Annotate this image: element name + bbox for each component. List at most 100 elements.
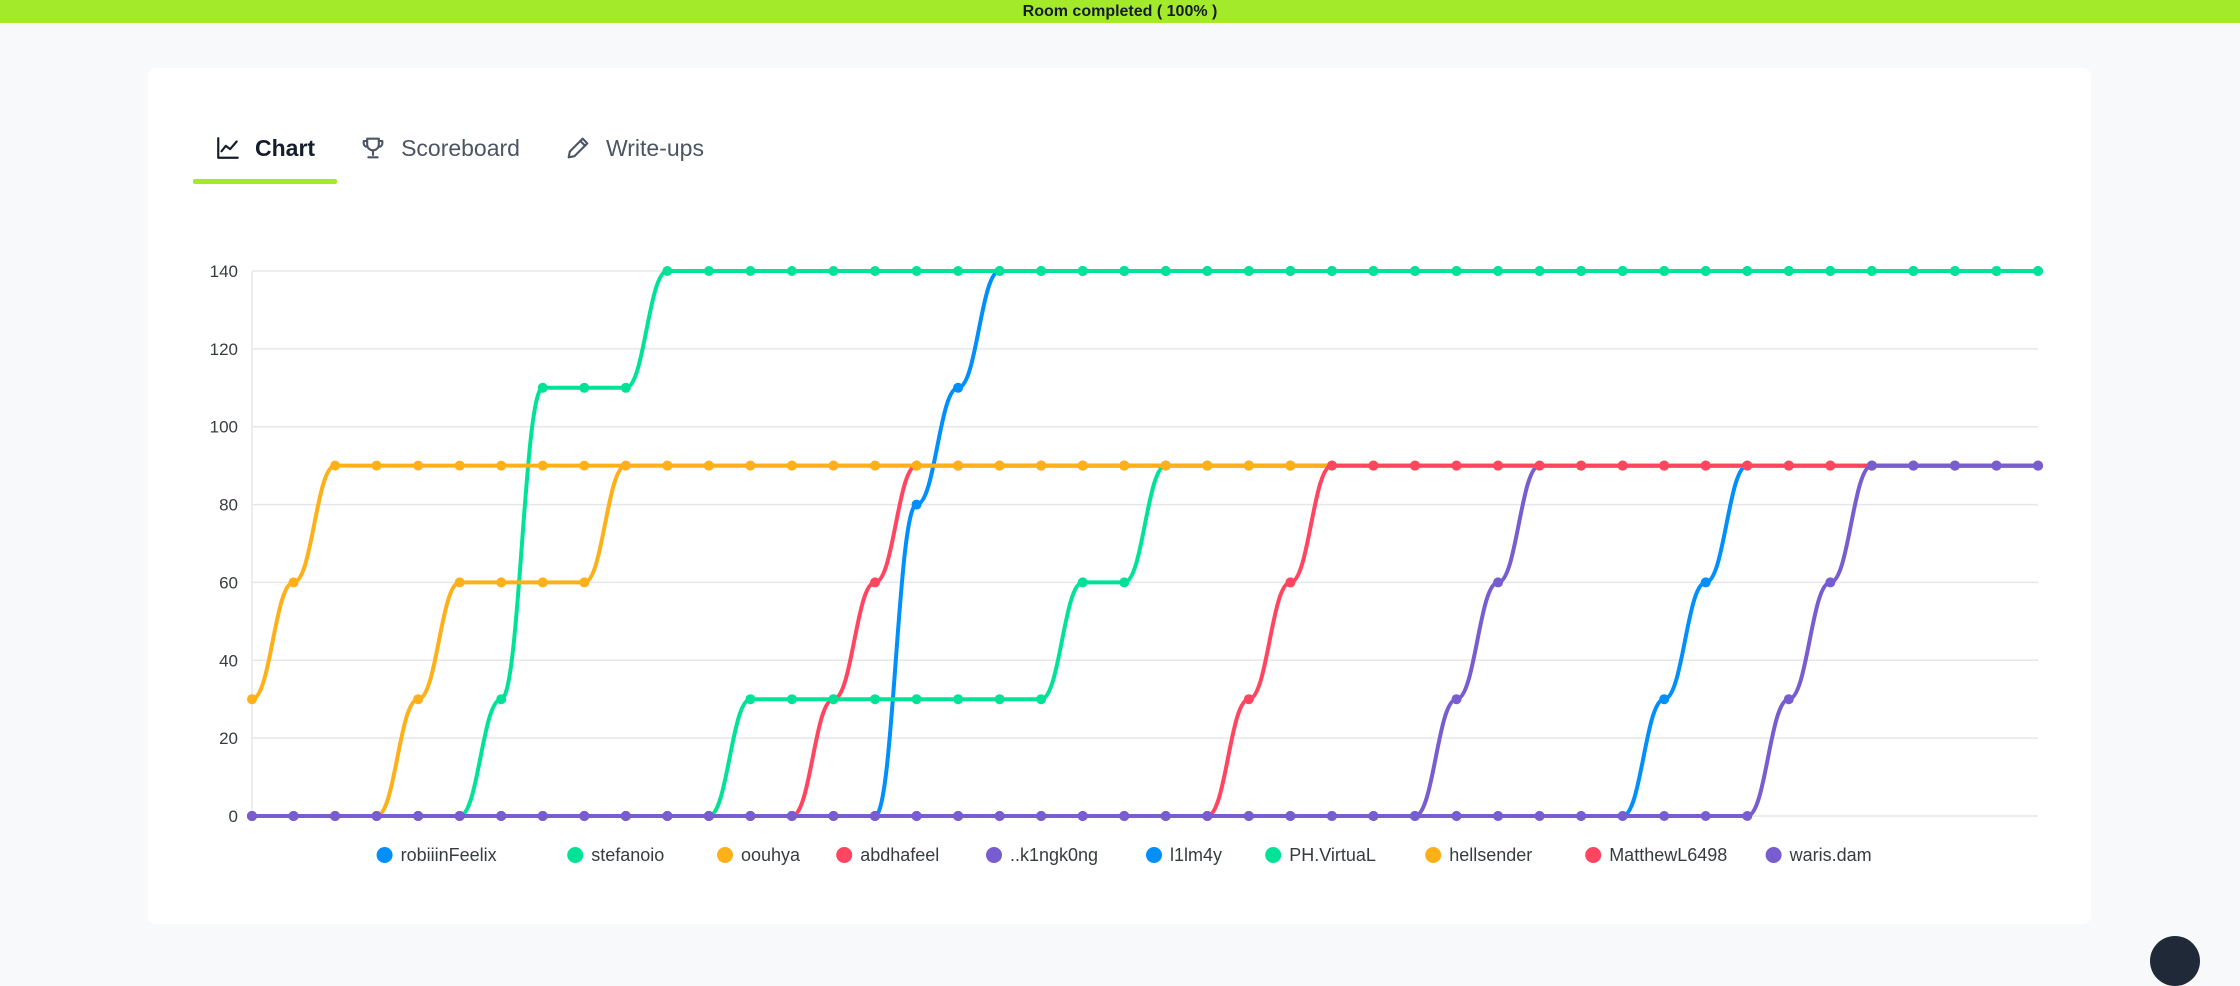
data-point — [247, 694, 257, 705]
data-point — [1202, 460, 1213, 471]
data-point — [786, 460, 797, 471]
data-point — [1202, 266, 1213, 276]
data-point — [579, 460, 590, 471]
data-point — [1534, 266, 1545, 276]
legend-marker — [1146, 847, 1162, 863]
data-point — [1576, 811, 1587, 821]
data-point — [1617, 811, 1628, 821]
data-point — [953, 382, 964, 393]
data-point — [1285, 811, 1296, 821]
data-point — [994, 460, 1005, 471]
data-point — [911, 266, 922, 276]
data-point — [579, 382, 590, 393]
data-point — [911, 811, 922, 821]
data-point — [1949, 266, 1960, 276]
legend-label: PH.VirtuaL — [1289, 845, 1376, 865]
data-point — [870, 694, 881, 705]
series-line-7 — [250, 463, 2040, 818]
data-point — [579, 577, 590, 588]
legend-item: l1lm4y — [1146, 845, 1222, 865]
legend-marker — [1265, 847, 1282, 863]
data-point — [994, 266, 1005, 276]
data-point — [1243, 460, 1254, 471]
data-point — [870, 811, 881, 821]
data-point — [953, 266, 964, 276]
legend-marker — [567, 847, 584, 863]
data-point — [1825, 577, 1836, 588]
data-point — [2033, 460, 2043, 471]
y-tick-label: 40 — [219, 651, 238, 670]
data-point — [1036, 811, 1047, 821]
data-point — [911, 499, 922, 510]
data-point — [1243, 694, 1254, 705]
data-point — [1825, 460, 1836, 471]
series-line-1 — [250, 268, 2040, 818]
data-point — [1160, 811, 1171, 821]
data-point — [1949, 460, 1960, 471]
data-point — [662, 811, 673, 821]
legend-label: oouhya — [741, 845, 801, 865]
data-point — [870, 460, 881, 471]
data-point — [496, 694, 507, 705]
data-point — [1285, 460, 1296, 471]
y-tick-label: 60 — [219, 573, 238, 592]
data-point — [1077, 460, 1088, 471]
y-tick-label: 80 — [219, 496, 238, 515]
data-point — [1451, 460, 1462, 471]
data-point — [1908, 460, 1919, 471]
data-point — [1700, 811, 1711, 821]
data-point — [1160, 266, 1171, 276]
data-point — [828, 694, 839, 705]
data-point — [703, 811, 714, 821]
data-point — [703, 266, 714, 276]
data-point — [1493, 266, 1504, 276]
data-point — [1451, 811, 1462, 821]
data-point — [1659, 460, 1670, 471]
data-point — [1451, 694, 1462, 705]
data-point — [247, 811, 257, 821]
data-point — [1077, 811, 1088, 821]
data-point — [1368, 460, 1379, 471]
y-tick-label: 0 — [229, 807, 238, 826]
data-point — [1202, 811, 1213, 821]
data-point — [1866, 266, 1877, 276]
data-point — [1742, 266, 1753, 276]
data-point — [870, 577, 881, 588]
y-tick-label: 140 — [210, 262, 238, 281]
data-point — [1866, 460, 1877, 471]
data-point — [953, 460, 964, 471]
data-point — [1700, 266, 1711, 276]
legend-item: stefanoio — [567, 845, 664, 865]
legend-marker — [376, 847, 393, 863]
data-point — [1409, 811, 1420, 821]
data-point — [1119, 811, 1130, 821]
data-point — [1368, 811, 1379, 821]
data-point — [662, 460, 673, 471]
data-point — [745, 811, 756, 821]
legend-item: PH.VirtuaL — [1265, 845, 1376, 865]
data-point — [1493, 811, 1504, 821]
data-point — [454, 577, 465, 588]
series-line-2 — [250, 268, 2040, 818]
data-point — [1742, 811, 1753, 821]
legend-marker — [836, 847, 853, 863]
data-point — [288, 811, 299, 821]
legend-label: ..k1ngk0ng — [1010, 845, 1098, 865]
data-point — [1493, 577, 1504, 588]
data-point — [1617, 460, 1628, 471]
legend-label: abdhafeel — [860, 845, 939, 865]
data-point — [620, 811, 631, 821]
data-point — [1077, 577, 1088, 588]
legend-label: stefanoio — [591, 845, 664, 865]
data-point — [953, 694, 964, 705]
data-point — [1659, 694, 1670, 705]
data-point — [371, 460, 382, 471]
y-tick-label: 100 — [210, 418, 238, 437]
chat-bubble-button[interactable] — [2150, 936, 2200, 986]
data-point — [1036, 694, 1047, 705]
legend-label: l1lm4y — [1170, 845, 1222, 865]
data-point — [1783, 694, 1794, 705]
data-point — [1285, 577, 1296, 588]
legend-item: waris.dam — [1765, 845, 1872, 865]
data-point — [1617, 266, 1628, 276]
